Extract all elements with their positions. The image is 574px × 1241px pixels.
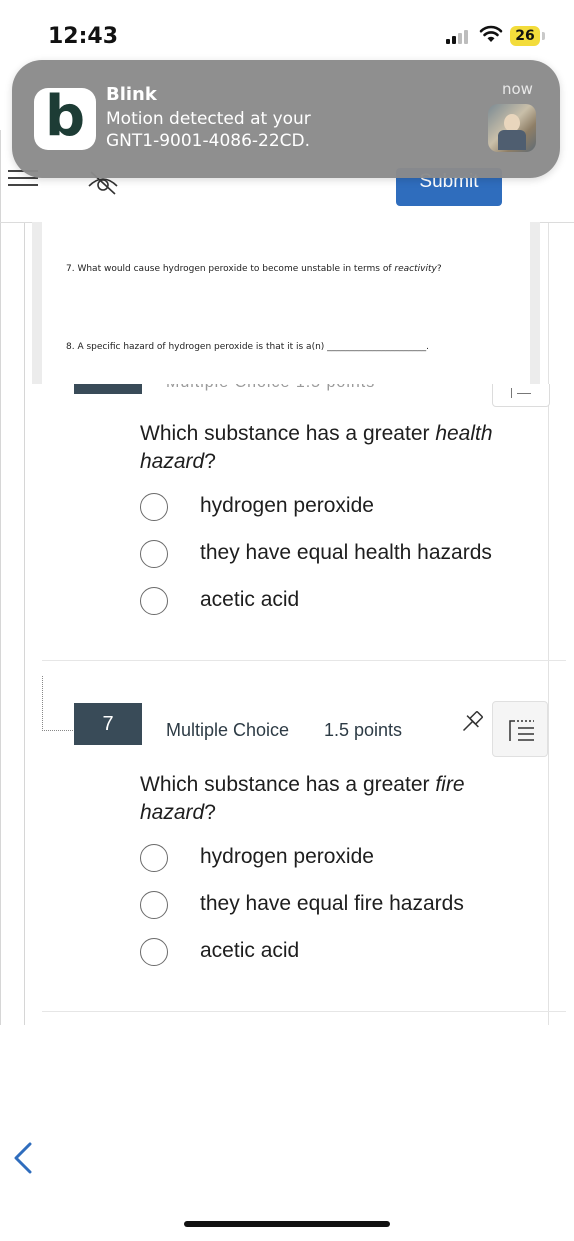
- notification-message: Motion detected at your GNT1-9001-4086-2…: [106, 108, 406, 152]
- wifi-icon: [479, 25, 503, 42]
- signal-icon: [446, 30, 468, 44]
- pin-icon[interactable]: [458, 708, 486, 736]
- drag-region-outline: [42, 676, 73, 731]
- question-number-badge-prev: [74, 384, 142, 394]
- question-list-button[interactable]: [492, 701, 548, 757]
- question-points: 1.5 points: [324, 720, 403, 740]
- radio-button[interactable]: [140, 587, 168, 615]
- question-prompt: Which substance has a greater fire hazard…: [140, 773, 465, 824]
- answer-label: they have equal health hazards: [200, 541, 492, 564]
- notification-banner[interactable]: b Blink Motion detected at your GNT1-900…: [12, 60, 560, 178]
- frame-line-left: [0, 130, 1, 1025]
- blink-logo-icon: b: [34, 88, 96, 150]
- answer-label: hydrogen peroxide: [200, 845, 374, 868]
- home-indicator[interactable]: [184, 1221, 390, 1227]
- answer-label: they have equal fire hazards: [200, 892, 464, 915]
- radio-button[interactable]: [140, 540, 168, 568]
- list-button-prev[interactable]: [492, 384, 550, 407]
- frame-line-inner: [24, 222, 25, 1025]
- status-time: 12:43: [48, 24, 119, 49]
- answer-label: hydrogen peroxide: [200, 494, 374, 517]
- list-icon: [509, 720, 534, 741]
- radio-button[interactable]: [140, 493, 168, 521]
- worksheet-question-8: 8. A specific hazard of hydrogen peroxid…: [66, 342, 430, 352]
- notification-line-2: GNT1-9001-4086-22CD.: [106, 131, 311, 151]
- question-prompt: Which substance has a greater health haza…: [140, 422, 493, 473]
- question-divider: [42, 660, 566, 661]
- worksheet-question-7: 7. What would cause hydrogen peroxide to…: [66, 264, 442, 274]
- back-chevron-icon[interactable]: [12, 1142, 34, 1174]
- question-number-badge: 7: [74, 703, 142, 745]
- notification-line-1: Motion detected at your: [106, 109, 311, 129]
- notification-time: now: [502, 80, 533, 98]
- radio-button[interactable]: [140, 938, 168, 966]
- radio-button[interactable]: [140, 891, 168, 919]
- battery-icon: 26: [510, 26, 540, 46]
- answer-label: acetic acid: [200, 588, 300, 611]
- worksheet-image: 7. What would cause hydrogen peroxide to…: [42, 222, 530, 384]
- answer-label: acetic acid: [200, 939, 300, 962]
- question-divider: [42, 1011, 566, 1012]
- notification-thumbnail: [488, 104, 536, 152]
- radio-button[interactable]: [140, 844, 168, 872]
- question-type: Multiple Choice: [166, 720, 290, 740]
- notification-app-name: Blink: [106, 84, 157, 105]
- frame-line-right: [548, 222, 549, 1025]
- battery-cap: [542, 32, 545, 40]
